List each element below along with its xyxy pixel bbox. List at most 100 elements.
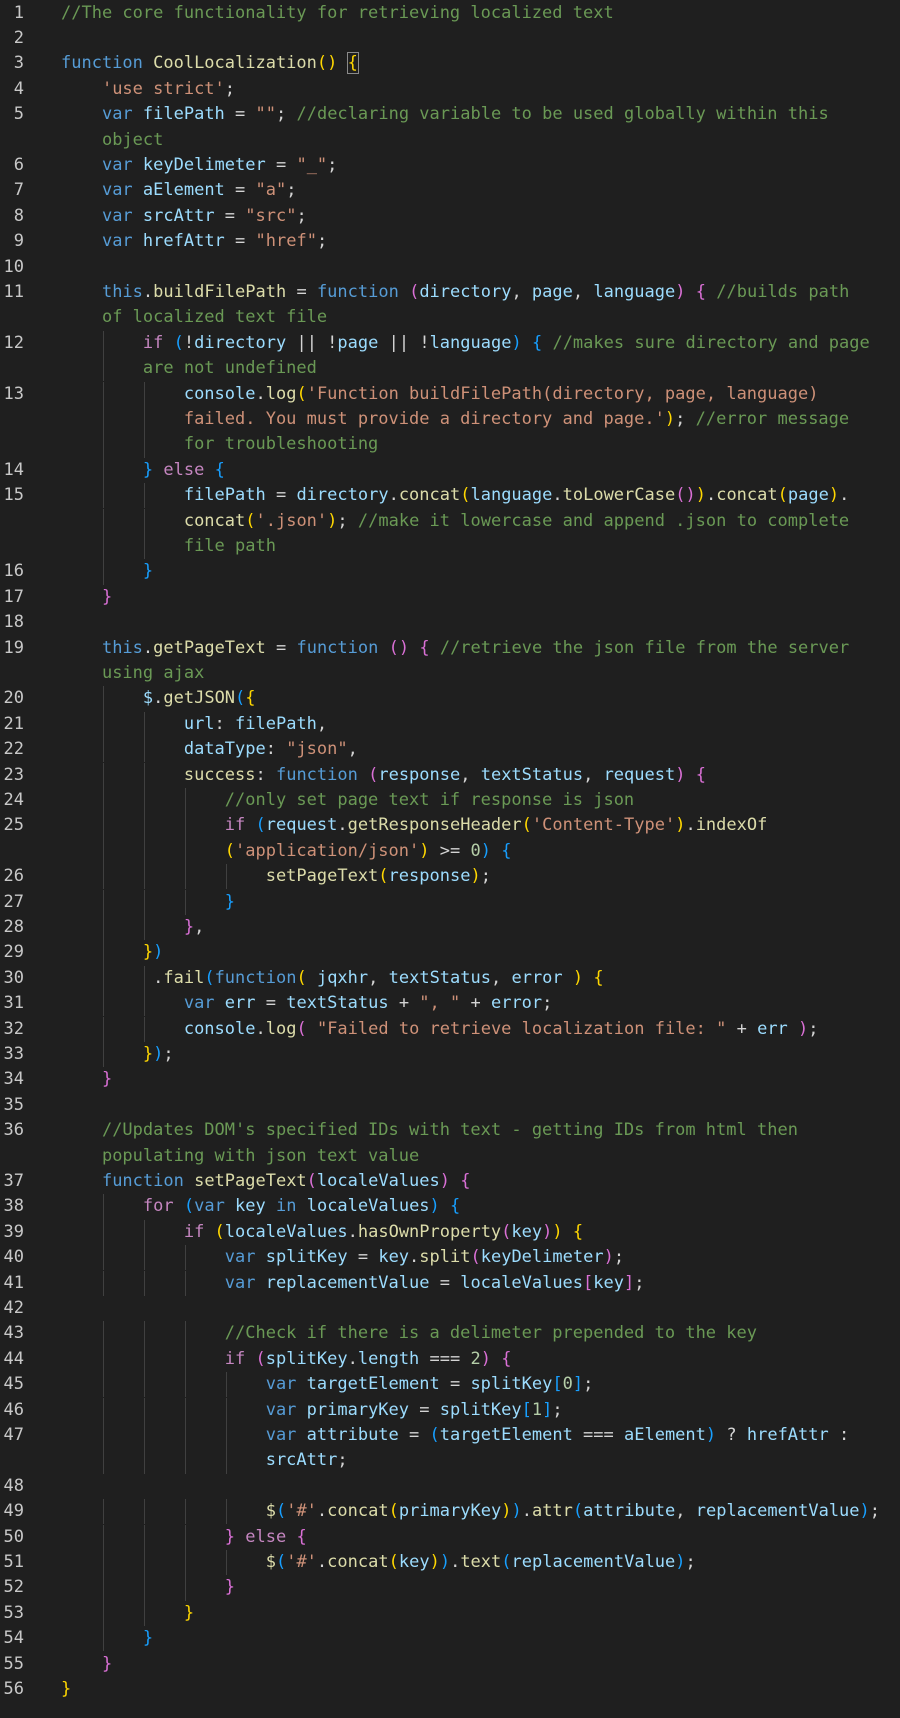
code-line[interactable]: 45 var targetElement = splitKey[0]; [0,1372,900,1397]
code-token: . [255,383,266,404]
code-token: //makes sure directory and page [552,332,870,353]
code-line[interactable]: are not undefined [0,356,900,381]
code-line[interactable]: file path [0,534,900,559]
line-number: 28 [3,916,24,937]
code-line[interactable]: 17 } [0,585,900,610]
code-line[interactable]: 51 $('#'.concat(key)).text(replacementVa… [0,1550,900,1575]
code-line[interactable]: 25 if (request.getResponseHeader('Conten… [0,813,900,838]
code-line[interactable]: 43 //Check if there is a delimeter prepe… [0,1321,900,1346]
code-line[interactable]: 3 function CoolLocalization() { [0,51,900,76]
code-line[interactable]: ('application/json') >= 0) { [0,839,900,864]
code-text: $('#'.concat(key)).text(replacementValue… [61,1550,696,1575]
code-line[interactable]: 31 var err = textStatus + ", " + error; [0,991,900,1016]
code-line[interactable]: 39 if (localeValues.hasOwnProperty(key))… [0,1220,900,1245]
line-number: 32 [3,1018,24,1039]
code-line[interactable]: 20 $.getJSON({ [0,686,900,711]
code-line[interactable]: 55 } [0,1652,900,1677]
code-line[interactable]: srcAttr; [0,1448,900,1473]
code-line[interactable]: 44 if (splitKey.length === 2) { [0,1347,900,1372]
code-line[interactable]: 46 var primaryKey = splitKey[1]; [0,1398,900,1423]
code-line[interactable]: 14 } else { [0,458,900,483]
code-token: toLowerCase [562,485,676,506]
code-line[interactable]: populating with json text value [0,1144,900,1169]
code-line[interactable]: 13 console.log('Function buildFilePath(d… [0,382,900,407]
code-line[interactable]: 8 var srcAttr = "src"; [0,204,900,229]
code-line[interactable]: 5 var filePath = ""; //declaring variabl… [0,102,900,127]
code-line[interactable]: 56} [0,1677,900,1702]
code-line[interactable]: object [0,128,900,153]
code-line[interactable]: 24 //only set page text if response is j… [0,788,900,813]
code-line[interactable]: 10 [0,255,900,280]
code-token: ; [613,1247,625,1268]
code-token: === [419,1348,471,1369]
code-line[interactable]: 35 [0,1093,900,1118]
code-line[interactable]: using ajax [0,661,900,686]
code-line[interactable]: 9 var hrefAttr = "href"; [0,229,900,254]
code-line[interactable]: 36 //Updates DOM's specified IDs with te… [0,1118,900,1143]
code-line[interactable]: 54 } [0,1626,900,1651]
code-line[interactable]: 30 .fail(function( jqxhr, textStatus, er… [0,966,900,991]
code-line[interactable]: 28 }, [0,915,900,940]
code-line[interactable]: 40 var splitKey = key.split(keyDelimeter… [0,1245,900,1270]
indent-guide [144,381,146,407]
code-token: : [265,739,287,760]
code-line[interactable]: 7 var aElement = "a"; [0,178,900,203]
code-text: of localized text file [61,305,327,330]
code-line[interactable]: 53 } [0,1601,900,1626]
code-line[interactable]: concat('.json'); //make it lowercase and… [0,509,900,534]
code-token: ) [439,1170,450,1191]
code-line[interactable]: for troubleshooting [0,432,900,457]
code-line[interactable]: 47 var attribute = (targetElement === aE… [0,1423,900,1448]
code-line[interactable]: 15 filePath = directory.concat(language.… [0,483,900,508]
code-line[interactable]: 22 dataType: "json", [0,737,900,762]
code-token: . [705,485,717,506]
code-token: ; [480,866,491,887]
line-number: 7 [13,180,24,201]
code-token: response [378,764,461,785]
code-line[interactable]: 34 } [0,1067,900,1092]
code-line[interactable]: 32 console.log( "Failed to retrieve loca… [0,1017,900,1042]
code-line[interactable]: 4 'use strict'; [0,77,900,102]
code-line[interactable]: 48 [0,1474,900,1499]
code-token: + [388,993,420,1014]
code-token: ( [460,485,471,506]
code-line[interactable]: 26 setPageText(response); [0,864,900,889]
code-line[interactable]: 16 } [0,559,900,584]
indent-guide [144,737,146,763]
code-line[interactable]: 27 } [0,890,900,915]
code-line[interactable]: 29 }) [0,940,900,965]
code-line[interactable]: of localized text file [0,305,900,330]
code-line[interactable]: 21 url: filePath, [0,712,900,737]
code-line[interactable]: 33 }); [0,1042,900,1067]
code-line[interactable]: failed. You must provide a directory and… [0,407,900,432]
code-token: ; [808,1018,819,1039]
code-editor[interactable]: 1 //The core functionality for retrieving… [0,0,900,1718]
code-line[interactable]: 11 this.buildFilePath = function (direct… [0,280,900,305]
code-line[interactable]: 18 [0,610,900,635]
code-line[interactable]: 50 } else { [0,1525,900,1550]
code-line[interactable]: 42 [0,1296,900,1321]
code-line[interactable]: 41 var replacementValue = localeValues[k… [0,1271,900,1296]
line-number: 47 [3,1424,24,1445]
code-token: = [265,485,297,506]
code-line[interactable]: 23 success: function (response, textStat… [0,763,900,788]
code-line[interactable]: 6 var keyDelimeter = "_"; [0,153,900,178]
code-token: { [460,1170,471,1191]
code-line[interactable]: 49 $('#'.concat(primaryKey)).attr(attrib… [0,1499,900,1524]
code-line[interactable]: 1 //The core functionality for retrieving… [0,1,900,26]
indent-guide [103,1499,105,1525]
code-line[interactable]: 37 function setPageText(localeValues) { [0,1169,900,1194]
code-line[interactable]: 2 [0,26,900,51]
code-token: for troubleshooting [183,434,379,455]
code-line[interactable]: 52 } [0,1575,900,1600]
code-token: object [101,129,164,150]
code-line[interactable]: 19 this.getPageText = function () { //re… [0,636,900,661]
indent-guide [103,1422,105,1449]
code-line[interactable]: 38 for (var key in localeValues) { [0,1194,900,1219]
code-token: . [316,1501,328,1522]
code-line[interactable]: 12 if (!directory || !page || !language)… [0,331,900,356]
